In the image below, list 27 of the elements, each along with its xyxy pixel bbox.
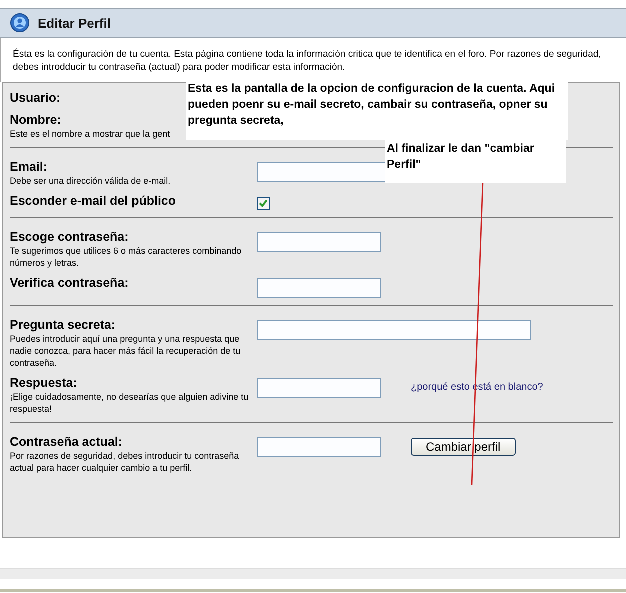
help-text: ¡Elige cuidadosamente, no desearías que alguien adivine tu respuesta! (10, 391, 250, 415)
page-title: Editar Perfil (38, 16, 111, 30)
field-label: Verifica contraseña: (10, 276, 129, 291)
field-label: Contraseña actual: (10, 435, 123, 450)
field-label: Usuario: (10, 91, 61, 106)
annotation-tooltip: Esta es la pantalla de la opcion de configuracion de la cuenta. Aqui pueden poenr su e-mail secreto, cambair su contraseña, opner su pregunta secreta, (186, 80, 568, 140)
annotation-tooltip: Al finalizar le dan "cambiar Perfil" (385, 140, 566, 183)
field-label: Email: (10, 160, 48, 175)
checkbox[interactable] (257, 197, 270, 210)
help-text: Puedes introducir aquí una pregunta y una respuesta que nadie conozca, para hacer más fácil la recuperación de tu contraseña. (10, 333, 242, 369)
help-text: Por razones de seguridad, debes introducir tu contraseña actual para hacer cualquier cambio a tu perfil. (10, 450, 240, 474)
field-label: Respuesta: (10, 376, 78, 391)
input-field[interactable] (257, 278, 381, 298)
field-label: Pregunta secreta: (10, 318, 116, 333)
input-field[interactable] (257, 320, 531, 340)
intro-text: Ésta es la configuración de tu cuenta. Esta página contiene toda la información critica que te identifica en el foro. Por razones de seguridad, debes introdducir tu contraseña (actual) para poder modificar esta información. (13, 48, 602, 74)
user-icon (10, 13, 30, 33)
submit-button[interactable]: Cambiar perfil (411, 438, 516, 456)
input-field[interactable] (257, 378, 381, 398)
field-label: Esconder e-mail del público (10, 194, 176, 209)
help-text: Este es el nombre a mostrar que la gent (10, 128, 172, 140)
field-label: Escoge contraseña: (10, 230, 129, 245)
help-text: Te sugerimos que utilices 6 o más caracteres combinando números y letras. (10, 245, 243, 269)
help-text: Debe ser una dirección válida de e-mail. (10, 175, 172, 187)
input-field[interactable] (257, 232, 381, 252)
field-label: Nombre: (10, 113, 62, 128)
input-field[interactable] (257, 437, 381, 457)
